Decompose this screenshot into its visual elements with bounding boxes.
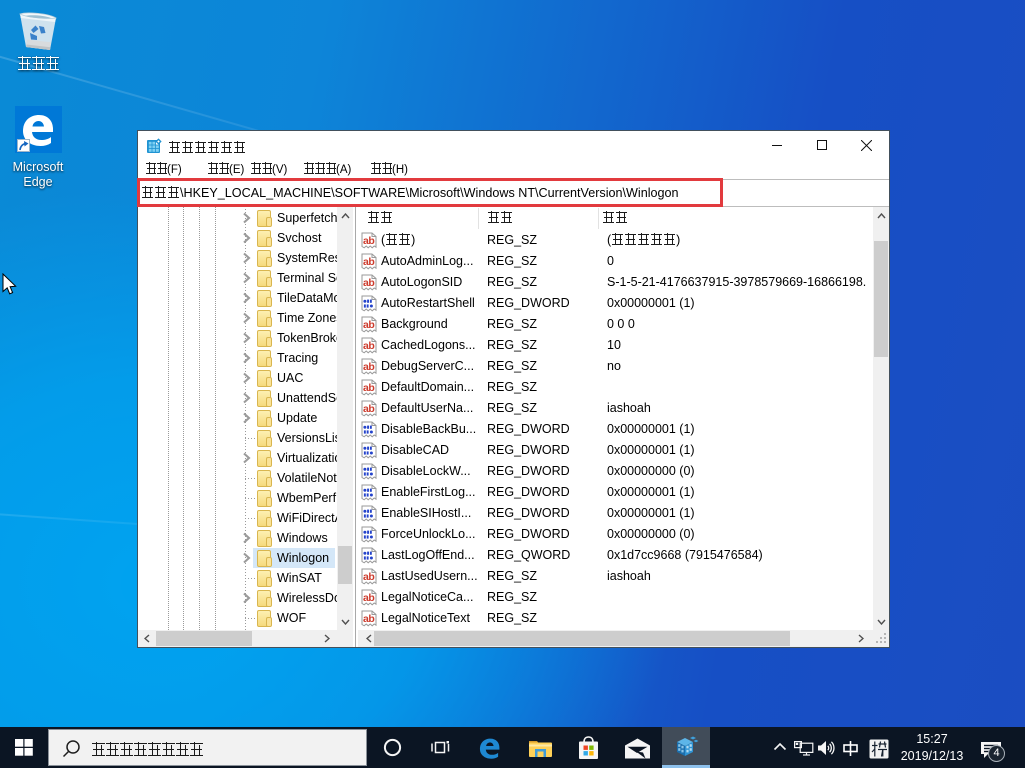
svg-text:ab: ab: [363, 571, 374, 583]
svg-text:ab: ab: [363, 256, 374, 268]
svg-text:ab: ab: [363, 277, 374, 289]
svg-text:ab: ab: [363, 592, 374, 604]
svg-text:ab: ab: [363, 613, 374, 625]
svg-text:ab: ab: [363, 403, 374, 415]
svg-text:ab: ab: [363, 235, 374, 247]
svg-text:ab: ab: [363, 319, 374, 331]
svg-text:ab: ab: [363, 340, 374, 352]
svg-text:ab: ab: [363, 382, 374, 394]
svg-text:ab: ab: [363, 361, 374, 373]
